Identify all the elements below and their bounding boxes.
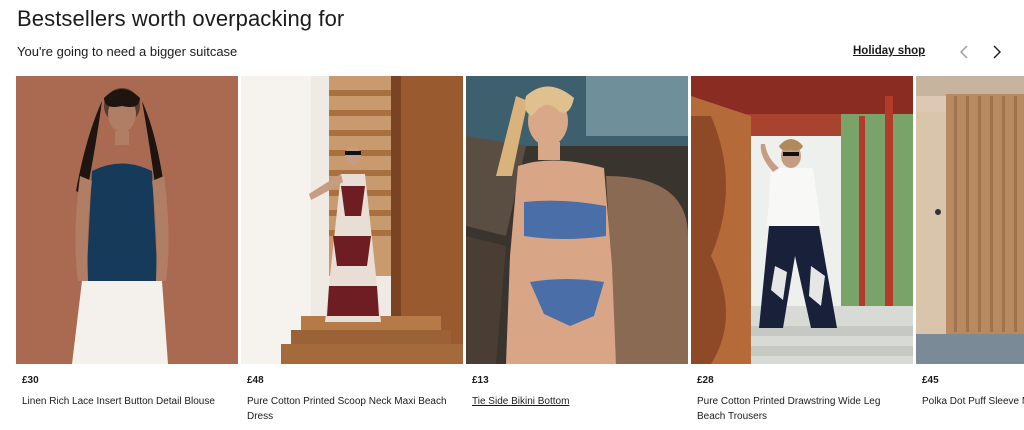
product-image[interactable] bbox=[466, 76, 688, 364]
product-image[interactable] bbox=[241, 76, 463, 364]
carousel-prev-button[interactable] bbox=[954, 41, 974, 63]
section-subtitle: You're going to need a bigger suitcase bbox=[17, 44, 238, 59]
product-name[interactable]: Polka Dot Puff Sleeve Midi bbox=[922, 394, 1024, 409]
product-price: £48 bbox=[247, 375, 264, 386]
product-name[interactable]: Pure Cotton Printed Drawstring Wide Leg … bbox=[697, 394, 909, 424]
product-card[interactable]: £45 Polka Dot Puff Sleeve Midi bbox=[916, 76, 1024, 430]
product-price: £45 bbox=[922, 375, 939, 386]
product-card[interactable]: £13 Tie Side Bikini Bottom bbox=[466, 76, 688, 430]
product-image[interactable] bbox=[16, 76, 238, 364]
product-price: £13 bbox=[472, 375, 489, 386]
carousel-next-button[interactable] bbox=[987, 41, 1007, 63]
product-carousel: £30 Linen Rich Lace Insert Button Detail… bbox=[16, 76, 1024, 430]
product-price: £28 bbox=[697, 375, 714, 386]
product-card[interactable]: £48 Pure Cotton Printed Scoop Neck Maxi … bbox=[241, 76, 463, 430]
chevron-right-icon bbox=[993, 45, 1001, 59]
product-name[interactable]: Pure Cotton Printed Scoop Neck Maxi Beac… bbox=[247, 394, 459, 424]
product-image[interactable] bbox=[916, 76, 1024, 364]
holiday-shop-link[interactable]: Holiday shop bbox=[853, 45, 925, 57]
product-price: £30 bbox=[22, 375, 39, 386]
product-image[interactable] bbox=[691, 76, 913, 364]
product-name[interactable]: Tie Side Bikini Bottom bbox=[472, 394, 684, 409]
chevron-left-icon bbox=[960, 45, 968, 59]
product-card[interactable]: £30 Linen Rich Lace Insert Button Detail… bbox=[16, 76, 238, 430]
product-card[interactable]: £28 Pure Cotton Printed Drawstring Wide … bbox=[691, 76, 913, 430]
section-title: Bestsellers worth overpacking for bbox=[17, 6, 345, 31]
product-name[interactable]: Linen Rich Lace Insert Button Detail Blo… bbox=[22, 394, 234, 409]
